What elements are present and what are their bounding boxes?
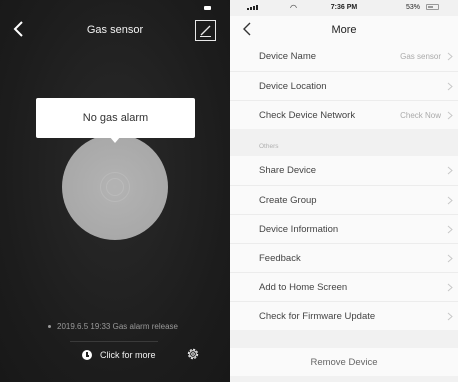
status-bar: ◠ 7:36 PM 53%: [230, 0, 458, 16]
edit-icon: [200, 25, 211, 37]
status-time: 7:36 PM: [330, 4, 358, 11]
row-label: Share Device: [259, 165, 317, 176]
add-to-home-screen-row[interactable]: Add to Home Screen: [230, 272, 458, 301]
edit-button[interactable]: [195, 20, 216, 41]
device-settings-list: Device Name Gas sensor Device Location C…: [230, 42, 458, 129]
row-label: Add to Home Screen: [259, 281, 348, 293]
battery-icon: [204, 6, 211, 10]
chevron-right-icon: [447, 283, 453, 292]
chevron-right-icon: [447, 196, 453, 205]
chevron-right-icon: [447, 312, 453, 321]
row-label: Device Information: [259, 223, 339, 235]
nav-bar: More: [230, 16, 458, 42]
click-for-more-label: Click for more: [100, 350, 156, 360]
chevron-right-icon: [447, 225, 453, 234]
remove-device-label: Remove Device: [310, 356, 378, 368]
bullet-icon: [48, 325, 51, 329]
device-information-row[interactable]: Device Information: [230, 214, 458, 243]
row-value: Gas sensor: [400, 52, 441, 61]
alarm-status-popup: No gas alarm: [36, 98, 195, 138]
row-value: Check Now: [400, 110, 441, 120]
row-label: Create Group: [259, 194, 317, 206]
clock-icon: [82, 350, 92, 360]
remove-device-button[interactable]: Remove Device: [230, 348, 458, 376]
last-event-text: 2019.6.5 19:33 Gas alarm release: [57, 322, 178, 331]
chevron-right-icon: [447, 111, 453, 120]
alarm-status-text: No gas alarm: [82, 112, 149, 124]
page-title: More: [331, 24, 357, 36]
other-settings-list: Share Device Create Group Device Informa…: [230, 156, 458, 330]
check-firmware-update-row[interactable]: Check for Firmware Update: [230, 301, 458, 330]
device-name-row[interactable]: Device Name Gas sensor: [230, 42, 458, 71]
divider: [70, 341, 158, 342]
click-for-more-button[interactable]: Click for more: [82, 348, 156, 362]
row-label: Device Location: [259, 80, 327, 92]
battery-icon: [426, 4, 439, 10]
row-label: Check for Firmware Update: [259, 310, 376, 322]
chevron-right-icon: [447, 52, 453, 61]
check-device-network-row[interactable]: Check Device Network Check Now: [230, 100, 458, 129]
feedback-row[interactable]: Feedback: [230, 243, 458, 272]
gas-sensor-screen: Gas sensor No gas alarm 2019.6.5 19:33 G…: [0, 0, 230, 382]
row-label: Device Name: [259, 51, 317, 62]
chevron-right-icon: [447, 82, 453, 91]
share-device-row[interactable]: Share Device: [230, 156, 458, 185]
gear-icon[interactable]: [186, 347, 200, 361]
more-settings-screen: ◠ 7:36 PM 53% More Device Name Gas senso…: [230, 0, 458, 382]
device-location-row[interactable]: Device Location: [230, 71, 458, 100]
last-event: 2019.6.5 19:33 Gas alarm release: [48, 322, 178, 331]
popup-pointer: [109, 136, 121, 143]
section-header-others: Others: [259, 143, 279, 150]
sensor-status-disc: [62, 134, 168, 240]
row-label: Check Device Network: [259, 109, 356, 121]
create-group-row[interactable]: Create Group: [230, 185, 458, 214]
chevron-right-icon: [447, 254, 453, 263]
chevron-right-icon: [447, 166, 453, 175]
battery-percent: 53%: [406, 4, 421, 11]
row-label: Feedback: [259, 252, 301, 264]
